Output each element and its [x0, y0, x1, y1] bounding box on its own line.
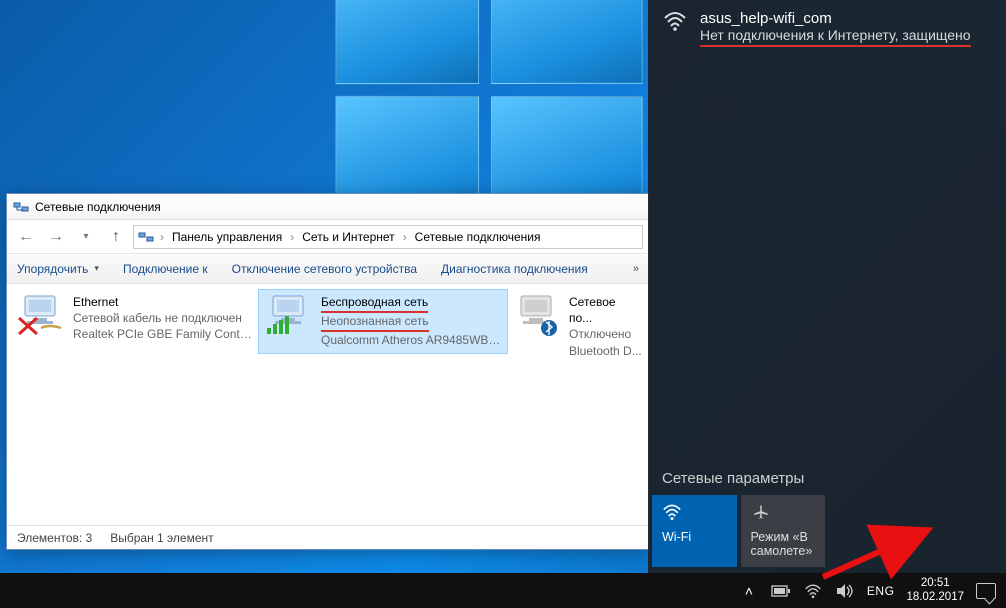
- connection-wireless[interactable]: Беспроводная сеть Неопознанная сеть Qual…: [259, 290, 507, 353]
- windows-logo: [336, 0, 643, 224]
- address-bar: ← → ▾ ↑ › Панель управления › Сеть и Инт…: [7, 220, 649, 254]
- airplane-icon: [751, 503, 771, 526]
- current-network-row[interactable]: asus_help-wifi_com Нет подключения к Инт…: [648, 0, 1006, 53]
- toolbar-overflow-icon[interactable]: »: [633, 263, 639, 275]
- status-bar: Элементов: 3 Выбран 1 элемент: [7, 525, 649, 549]
- tile-label-line2: самолете»: [751, 544, 813, 558]
- bluetooth-icon: [513, 294, 561, 336]
- status-element-count: Элементов: 3: [17, 531, 92, 545]
- tile-label: Wi-Fi: [662, 530, 691, 544]
- wifi-flyout-panel: asus_help-wifi_com Нет подключения к Инт…: [648, 0, 1006, 573]
- time: 20:51: [921, 577, 950, 590]
- wifi-icon: [662, 10, 688, 38]
- network-connections-window: Сетевые подключения ← → ▾ ↑ › Панель упр…: [6, 193, 650, 550]
- window-title: Сетевые подключения: [35, 200, 161, 214]
- connection-detail: Qualcomm Atheros AR9485WB-E...: [321, 332, 501, 348]
- up-button[interactable]: ↑: [103, 224, 129, 250]
- tile-label-line1: Режим «В: [751, 530, 813, 544]
- connection-name: Беспроводная сеть: [321, 294, 501, 313]
- wireless-icon: [265, 294, 313, 336]
- network-status: Нет подключения к Интернету, защищено: [700, 27, 971, 47]
- toolbar: Упорядочить Подключение к Отключение сет…: [7, 254, 649, 284]
- language-indicator[interactable]: ENG: [867, 573, 895, 608]
- airplane-mode-tile[interactable]: Режим «В самолете»: [741, 495, 826, 567]
- wifi-tray-icon[interactable]: [803, 573, 823, 608]
- quick-action-tiles: Wi-Fi Режим «В самолете»: [648, 495, 1006, 573]
- taskbar: ˄ ENG 20:51 18.02.2017: [0, 573, 1006, 608]
- connections-list: Ethernet Сетевой кабель не подключен Rea…: [7, 284, 649, 525]
- connection-bluetooth[interactable]: Сетевое по... Отключено Bluetooth D...: [507, 290, 637, 363]
- connection-name: Ethernet: [73, 294, 253, 310]
- chevron-right-icon: ›: [158, 230, 166, 244]
- connection-status: Отключено: [569, 326, 642, 342]
- network-name: asus_help-wifi_com: [700, 10, 971, 27]
- tray-overflow-icon[interactable]: ˄: [739, 573, 759, 608]
- clock[interactable]: 20:51 18.02.2017: [906, 573, 964, 608]
- connection-detail: Bluetooth D...: [569, 343, 642, 359]
- crumb-network-internet[interactable]: Сеть и Интернет: [298, 230, 398, 244]
- connection-status: Неопознанная сеть: [321, 313, 501, 332]
- date: 18.02.2017: [906, 591, 964, 604]
- ethernet-icon: [17, 294, 65, 336]
- action-center-icon[interactable]: [976, 573, 996, 608]
- connection-status: Сетевой кабель не подключен: [73, 310, 253, 326]
- status-selection: Выбран 1 элемент: [110, 531, 213, 545]
- chevron-right-icon: ›: [288, 230, 296, 244]
- connection-ethernet[interactable]: Ethernet Сетевой кабель не подключен Rea…: [11, 290, 259, 347]
- recent-dropdown[interactable]: ▾: [73, 224, 99, 250]
- wifi-tile[interactable]: Wi-Fi: [652, 495, 737, 567]
- connection-detail: Realtek PCIe GBE Family Controller: [73, 326, 253, 342]
- breadcrumb[interactable]: › Панель управления › Сеть и Интернет › …: [133, 225, 643, 249]
- forward-button[interactable]: →: [43, 224, 69, 250]
- connect-to-button[interactable]: Подключение к: [123, 262, 208, 276]
- titlebar[interactable]: Сетевые подключения: [7, 194, 649, 220]
- crumb-network-connections[interactable]: Сетевые подключения: [411, 230, 545, 244]
- organize-menu[interactable]: Упорядочить: [17, 262, 99, 276]
- volume-icon[interactable]: [835, 573, 855, 608]
- system-tray: ˄ ENG 20:51 18.02.2017: [729, 573, 1006, 608]
- wifi-icon: [662, 503, 682, 526]
- battery-icon[interactable]: [771, 573, 791, 608]
- crumb-control-panel[interactable]: Панель управления: [168, 230, 286, 244]
- network-icon: [13, 199, 29, 215]
- chevron-right-icon: ›: [401, 230, 409, 244]
- network-settings-heading[interactable]: Сетевые параметры: [648, 470, 1006, 495]
- network-icon: [138, 229, 154, 245]
- connection-name: Сетевое по...: [569, 294, 642, 326]
- diagnostics-button[interactable]: Диагностика подключения: [441, 262, 588, 276]
- disable-device-button[interactable]: Отключение сетевого устройства: [232, 262, 417, 276]
- back-button[interactable]: ←: [13, 224, 39, 250]
